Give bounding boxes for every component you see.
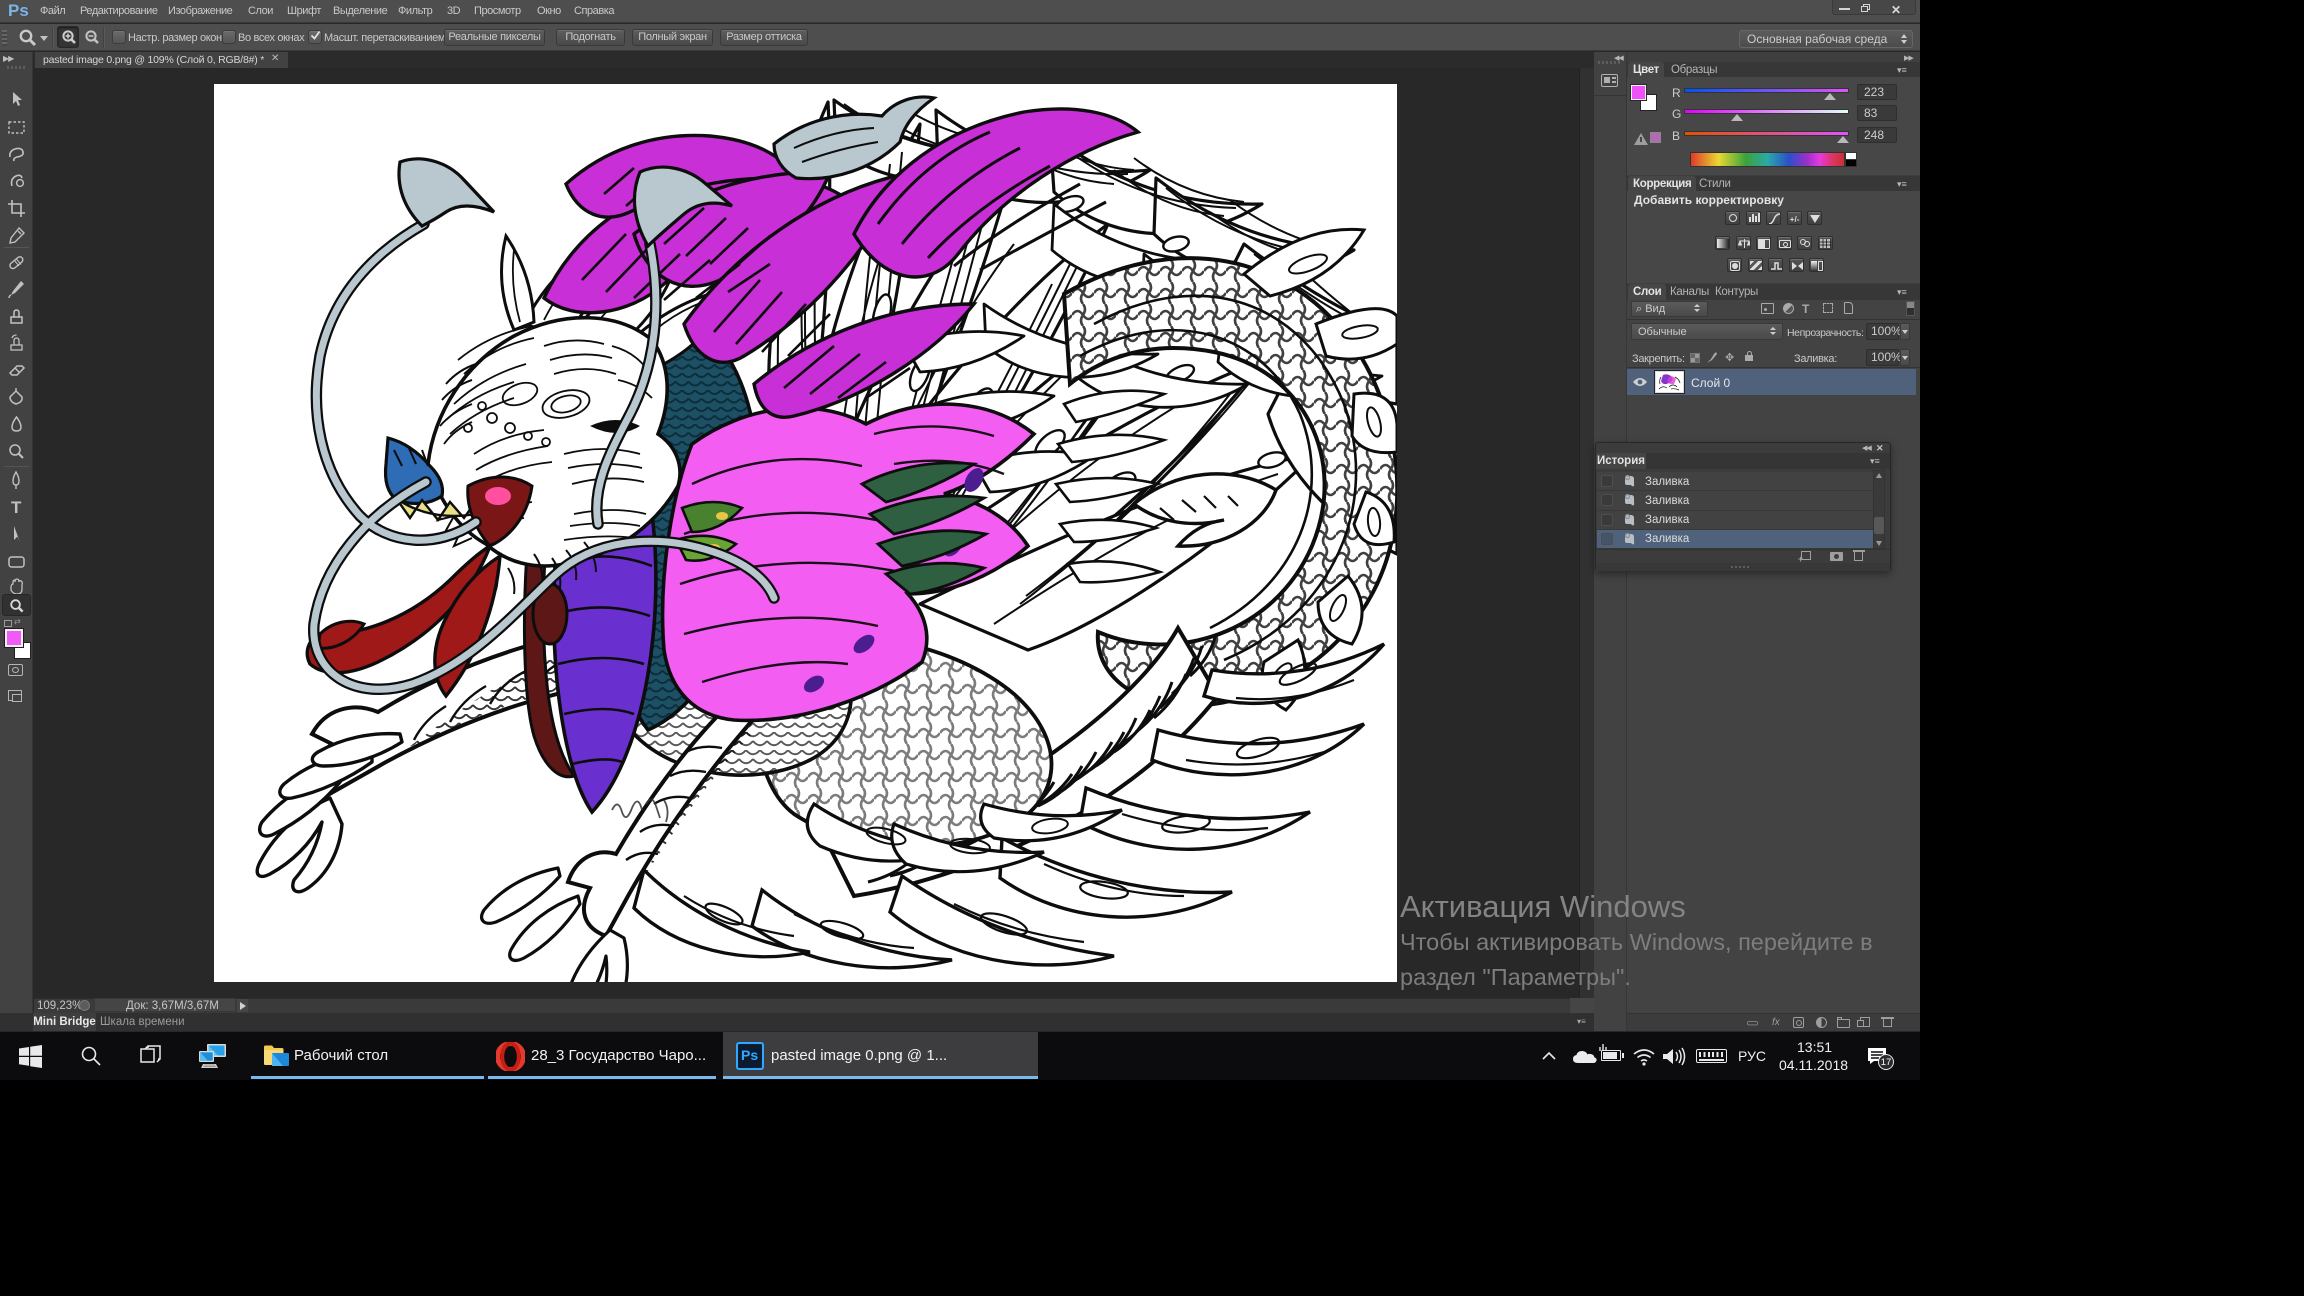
svg-text:T: T bbox=[11, 498, 22, 517]
